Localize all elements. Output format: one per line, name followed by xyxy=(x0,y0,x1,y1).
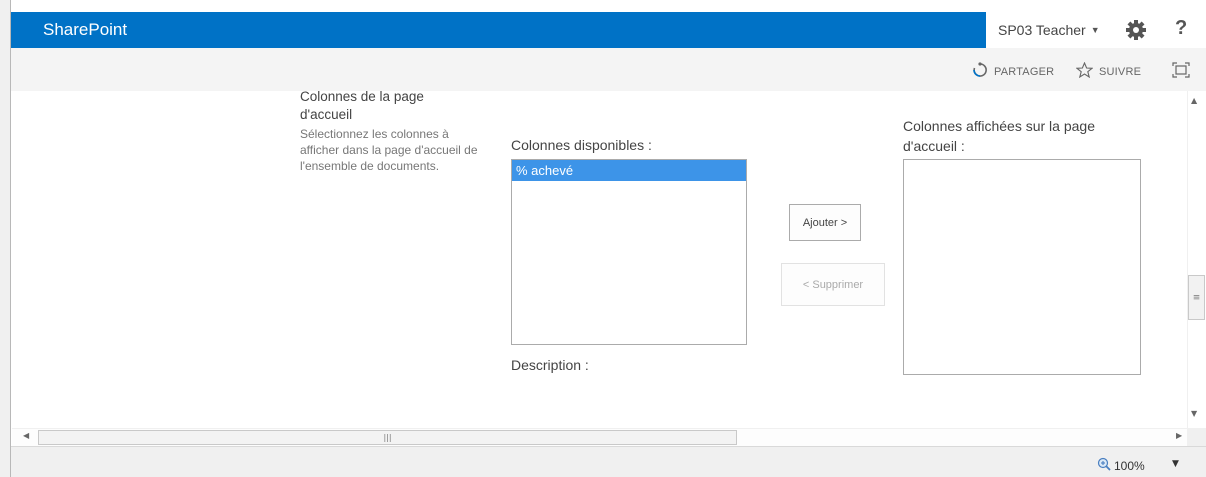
scroll-left-arrow-icon[interactable]: ◀ xyxy=(23,431,29,440)
help-icon[interactable]: ? xyxy=(1175,17,1187,40)
gear-icon[interactable] xyxy=(1124,18,1148,42)
section-title-line: Colonnes de la page xyxy=(300,89,424,104)
description-label: Description : xyxy=(511,357,589,373)
section-title: Colonnes de la page d'accueil xyxy=(300,88,500,124)
user-menu[interactable]: SP03 Teacher ▼ xyxy=(998,22,1100,38)
share-button[interactable]: PARTAGER xyxy=(972,62,1054,81)
vertical-scrollbar[interactable] xyxy=(1187,91,1206,428)
add-column-button[interactable]: Ajouter > xyxy=(789,204,861,241)
scrollbar-corner xyxy=(1187,428,1206,446)
share-label: PARTAGER xyxy=(994,65,1055,78)
zoom-magnifier-icon xyxy=(1097,457,1111,474)
shown-columns-listbox[interactable] xyxy=(903,159,1141,375)
browser-status-bar xyxy=(11,446,1206,477)
follow-label: SUIVRE xyxy=(1099,65,1142,78)
scroll-up-arrow-icon[interactable]: ▲ xyxy=(1191,96,1197,105)
window-left-frame xyxy=(0,0,11,477)
grip-icon: ≡ xyxy=(1192,292,1201,303)
share-icon xyxy=(972,62,988,81)
chevron-down-icon: ▼ xyxy=(1090,25,1100,35)
brand-area xyxy=(11,12,986,48)
horizontal-scrollbar-thumb[interactable]: ||| xyxy=(38,430,737,445)
section-title-line: d'accueil xyxy=(300,107,353,122)
available-columns-listbox[interactable] xyxy=(511,159,747,345)
user-name: SP03 Teacher xyxy=(998,22,1086,38)
available-column-option-selected[interactable]: % achevé xyxy=(512,160,746,181)
available-columns-label: Colonnes disponibles : xyxy=(511,137,652,153)
section-description: Sélectionnez les colonnes à afficher dan… xyxy=(300,127,478,173)
scroll-down-arrow-icon[interactable]: ▼ xyxy=(1191,409,1197,418)
remove-column-button[interactable]: < Supprimer xyxy=(781,263,885,306)
chevron-down-icon[interactable]: ▼ xyxy=(1172,459,1179,469)
zoom-level-button[interactable]: 100% xyxy=(1097,457,1145,474)
vertical-scrollbar-thumb[interactable]: ≡ xyxy=(1188,275,1205,320)
window-top-edge xyxy=(0,0,1206,12)
shown-columns-label: Colonnes affichées sur la page d'accueil… xyxy=(903,118,1095,154)
scroll-right-arrow-icon[interactable]: ▶ xyxy=(1176,431,1182,440)
focus-on-content-icon[interactable] xyxy=(1172,62,1190,78)
follow-button[interactable]: SUIVRE xyxy=(1075,61,1142,81)
grip-icon: ||| xyxy=(383,433,392,442)
sharepoint-brand-link[interactable]: SharePoint xyxy=(43,20,127,40)
star-icon xyxy=(1075,61,1094,81)
zoom-percentage: 100% xyxy=(1114,458,1145,473)
